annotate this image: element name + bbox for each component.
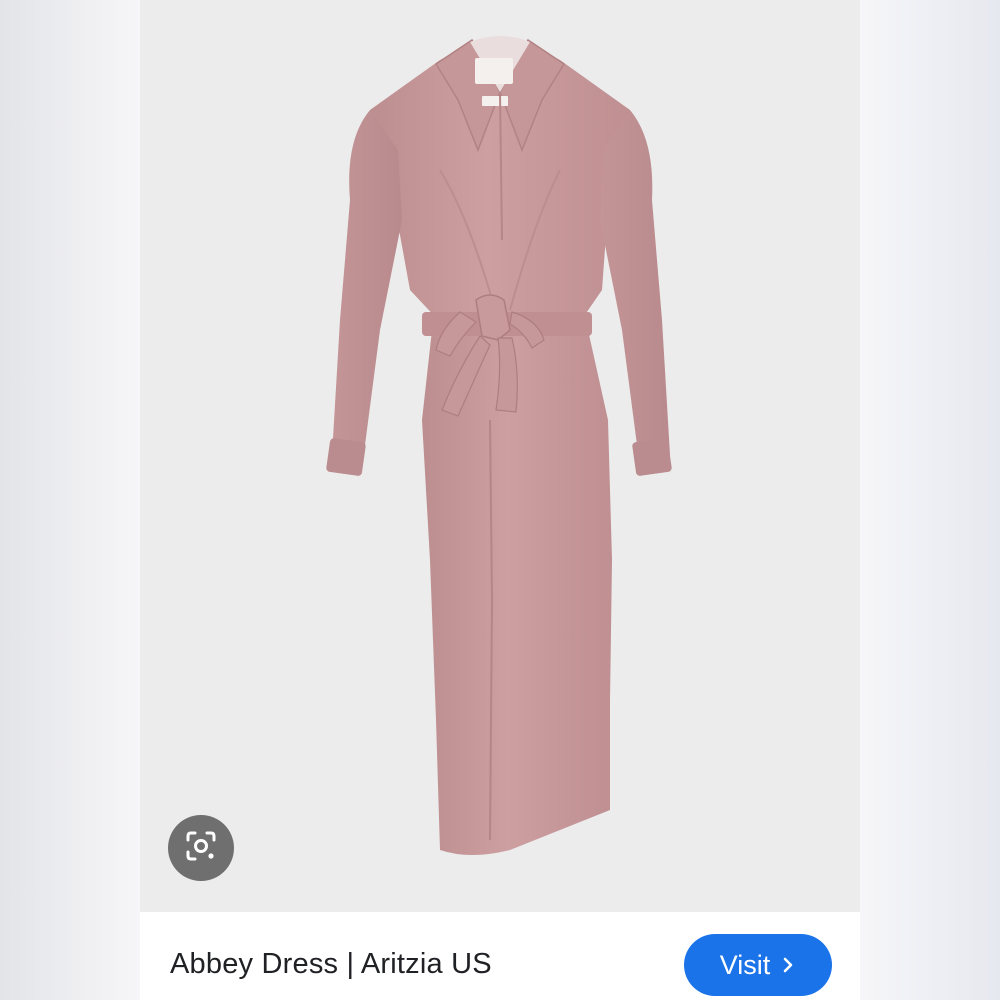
dress-bow-tie xyxy=(475,294,511,341)
visit-button[interactable]: Visit xyxy=(684,934,832,996)
dress-sleeve-left xyxy=(332,110,402,468)
left-background-edge xyxy=(0,0,140,1000)
product-image[interactable] xyxy=(140,0,860,912)
dress-illustration xyxy=(326,36,672,855)
result-info-bar: Abbey Dress | Aritzia US Visit xyxy=(140,912,860,1000)
google-lens-button[interactable] xyxy=(168,815,234,881)
result-title[interactable]: Abbey Dress | Aritzia US xyxy=(170,948,492,981)
google-lens-icon xyxy=(184,829,218,868)
right-background-edge xyxy=(860,0,1000,1000)
search-result-page: Abbey Dress | Aritzia US Visit xyxy=(0,0,1000,1000)
dress-sleeve-right xyxy=(600,110,670,468)
visit-button-label: Visit xyxy=(719,949,771,980)
chevron-right-icon xyxy=(780,955,796,975)
